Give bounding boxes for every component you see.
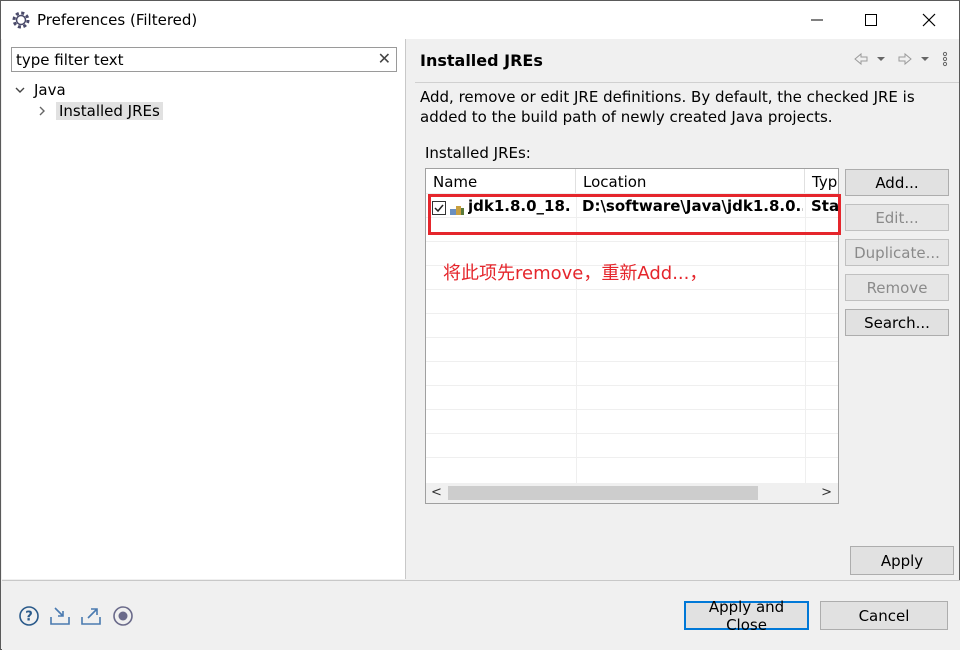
apply-and-close-button[interactable]: Apply and Close — [684, 598, 809, 634]
remove-button[interactable]: Remove — [845, 274, 949, 301]
add-button[interactable]: Add... — [845, 169, 949, 196]
record-icon[interactable] — [112, 605, 134, 627]
clear-filter-icon[interactable]: ✕ — [378, 49, 391, 68]
filter-input-text: type filter text — [16, 51, 124, 69]
row-divider — [426, 457, 838, 458]
installed-jres-label: Installed JREs: — [425, 144, 531, 162]
tree-item-java[interactable]: Java — [14, 79, 66, 101]
column-header-location[interactable]: Location — [576, 169, 805, 193]
apply-button[interactable]: Apply — [850, 546, 954, 575]
column-divider — [576, 193, 577, 483]
row-divider — [426, 337, 838, 338]
tree-item-installed-jres[interactable]: Installed JREs — [36, 100, 163, 122]
minimize-icon — [811, 19, 823, 21]
row-divider — [426, 289, 838, 290]
scroll-right-icon[interactable]: > — [821, 485, 832, 500]
help-icon[interactable]: ? — [18, 605, 40, 627]
chevron-down-icon[interactable] — [14, 84, 26, 96]
column-header-type[interactable]: Typ — [805, 169, 838, 193]
search-button[interactable]: Search... — [845, 309, 949, 336]
preferences-tree-panel: type filter text ✕ Java Installed JREs — [2, 39, 406, 579]
row-divider — [426, 433, 838, 434]
edit-button[interactable]: Edit... — [845, 204, 949, 231]
close-button[interactable] — [905, 1, 953, 39]
gear-icon — [12, 11, 30, 29]
row-divider — [426, 241, 838, 242]
svg-text:?: ? — [25, 610, 33, 625]
forward-arrow-icon[interactable] — [898, 52, 912, 66]
chevron-right-icon[interactable] — [36, 105, 48, 117]
tree-item-java-label: Java — [34, 81, 66, 99]
maximize-button[interactable] — [847, 1, 895, 39]
back-arrow-icon[interactable] — [854, 52, 868, 66]
row-divider — [426, 313, 838, 314]
window-title: Preferences (Filtered) — [37, 11, 198, 29]
scrollbar-thumb[interactable] — [448, 486, 758, 500]
scroll-left-icon[interactable]: < — [431, 485, 442, 500]
filter-input[interactable]: type filter text ✕ — [11, 47, 397, 72]
minimize-button[interactable] — [793, 1, 841, 39]
export-preferences-icon[interactable] — [80, 605, 102, 627]
cancel-button[interactable]: Cancel — [820, 601, 948, 630]
back-menu-chevron-icon[interactable] — [877, 57, 885, 61]
preferences-window: Preferences (Filtered) type filter text … — [0, 0, 960, 650]
row-divider — [426, 409, 838, 410]
row-divider — [426, 361, 838, 362]
page-description: Add, remove or edit JRE definitions. By … — [420, 88, 915, 126]
close-icon — [922, 13, 936, 27]
maximize-icon — [865, 14, 877, 26]
column-header-name[interactable]: Name — [426, 169, 576, 193]
column-divider — [805, 193, 806, 483]
annotation-text: 将此项先remove，重新Add...， — [443, 263, 708, 284]
row-divider — [426, 385, 838, 386]
import-preferences-icon[interactable] — [49, 605, 71, 627]
tree-item-installed-jres-label: Installed JREs — [56, 102, 163, 120]
title-bar: Preferences (Filtered) — [1, 1, 959, 39]
annotation-highlight-box — [428, 194, 841, 235]
view-menu-icon[interactable] — [942, 51, 948, 67]
title-divider — [415, 82, 959, 83]
horizontal-scrollbar[interactable]: < > — [426, 483, 838, 503]
navigation-toolbar — [854, 51, 948, 67]
duplicate-button[interactable]: Duplicate... — [845, 239, 949, 266]
page-title: Installed JREs — [420, 51, 543, 70]
dialog-button-bar: ? — [2, 580, 960, 650]
forward-menu-chevron-icon[interactable] — [921, 57, 929, 61]
